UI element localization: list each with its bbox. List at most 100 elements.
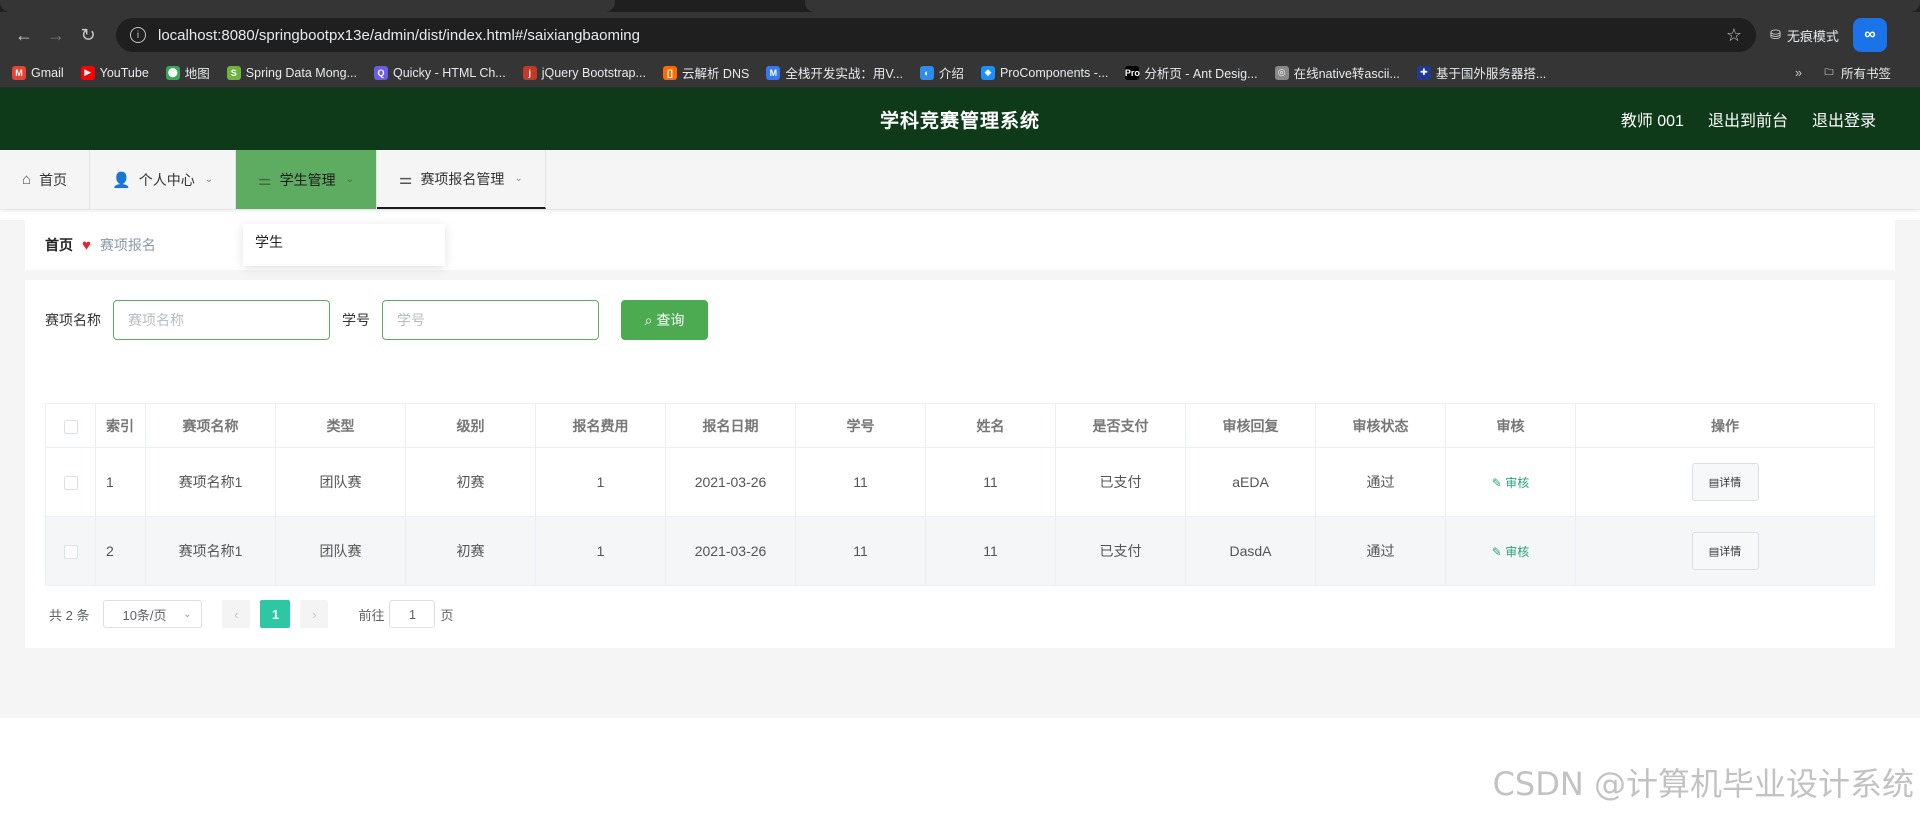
goto-suffix: 页	[440, 607, 454, 623]
column-header: 报名日期	[665, 403, 796, 448]
bookmark-label: 分析页 - Ant Desig...	[1144, 67, 1258, 81]
watermark: CSDN @计算机毕业设计系统	[1492, 765, 1914, 803]
cell-type: 团队赛	[275, 447, 406, 517]
cell-student-id: 11	[795, 447, 926, 517]
bookmark-label: YouTube	[99, 65, 149, 80]
menu-student-management[interactable]: ⚌ 学生管理 ⌄	[236, 150, 377, 209]
incognito-icon: ⛁	[1770, 27, 1781, 42]
bookmark-favicon-icon: S	[226, 65, 241, 80]
bookmark-label: 基于国外服务器搭...	[1435, 67, 1547, 81]
cell-level: 初赛	[405, 516, 536, 586]
bookmark-item[interactable]: ◆ ProComponents -...	[980, 65, 1108, 80]
back-icon[interactable]: ←	[10, 21, 38, 49]
search-button[interactable]: ⌕ 查询	[621, 300, 708, 340]
incognito-indicator[interactable]: ⛁ 无痕模式	[1770, 26, 1839, 45]
bookmark-item[interactable]: j jQuery Bootstrap...	[522, 65, 646, 80]
bookmark-item[interactable]: ◎ 在线native转ascii...	[1274, 63, 1400, 82]
cell-type: 团队赛	[275, 516, 406, 586]
reload-icon[interactable]: ↻	[74, 21, 102, 49]
name-search-input[interactable]	[113, 300, 330, 340]
cell-audit-reply: DasdA	[1185, 516, 1316, 586]
all-bookmarks[interactable]: 🗀 所有书签	[1822, 63, 1891, 82]
bookmark-item[interactable]: M Gmail	[12, 65, 64, 80]
bookmark-item[interactable]: ◐ 介绍	[919, 63, 964, 82]
detail-label: 详情	[1719, 546, 1742, 558]
cell-student-id: 11	[795, 516, 926, 586]
cell-audit: ✎ 审核	[1445, 447, 1576, 517]
column-header: 级别	[405, 403, 536, 448]
menu-registration-management[interactable]: ⚌ 赛项报名管理 ⌄	[376, 150, 546, 209]
select-all-checkbox[interactable]	[63, 419, 78, 434]
bookmark-favicon-icon: ⬤	[165, 65, 180, 80]
goto-page-input[interactable]	[389, 600, 436, 628]
bookmark-label: 地图	[184, 67, 210, 81]
bookmark-label: Spring Data Mong...	[245, 65, 357, 80]
extension-button[interactable]: ∞	[1852, 18, 1887, 52]
edit-icon: ✎	[1491, 475, 1506, 490]
table-row: 2 赛项名称1 团队赛 初赛 1 2021-03-26 11 11 已支付 Da…	[45, 516, 1875, 586]
browser-tab[interactable]	[0, 0, 615, 12]
cell-fee: 1	[535, 447, 666, 517]
submenu-item-student[interactable]: 学生	[255, 232, 433, 252]
search-form: 赛项名称 学号 ⌕ 查询	[45, 300, 1875, 340]
bookmark-item[interactable]: ⬤ 地图	[165, 63, 210, 82]
bookmark-favicon-icon: M	[766, 65, 781, 80]
bookmark-item[interactable]: ✚ 基于国外服务器搭...	[1416, 63, 1547, 82]
bookmark-star-icon[interactable]: ☆	[1726, 25, 1742, 46]
id-search-input[interactable]	[382, 300, 599, 340]
site-info-icon[interactable]: i	[130, 27, 146, 43]
row-checkbox[interactable]	[63, 476, 78, 491]
document-icon: ▤	[1708, 476, 1720, 489]
bookmark-item[interactable]: Pro 分析页 - Ant Desig...	[1124, 63, 1258, 82]
id-label: 学号	[342, 312, 370, 328]
audit-link[interactable]: ✎ 审核	[1492, 476, 1529, 490]
next-page-button[interactable]: ›	[300, 600, 329, 628]
audit-link[interactable]: ✎ 审核	[1492, 545, 1529, 559]
menu-personal-center[interactable]: 👤 个人中心 ⌄	[90, 150, 237, 209]
detail-button[interactable]: ▤ 详情	[1691, 463, 1759, 501]
main-content: 首页 ♥ 赛项报名 赛项名称 学号 ⌕ 查询 索引	[0, 220, 1920, 718]
bookmark-favicon-icon: ◆	[980, 65, 995, 80]
bookmark-item[interactable]: S Spring Data Mong...	[226, 65, 357, 80]
page-number[interactable]: 1	[260, 600, 291, 628]
sliders-icon: ⚌	[398, 170, 413, 188]
bookmark-item[interactable]: [] 云解析 DNS	[662, 63, 750, 82]
cell-actions: ▤ 详情	[1575, 516, 1875, 586]
cell-date: 2021-03-26	[665, 516, 796, 586]
menu-label: 个人中心	[138, 171, 195, 188]
breadcrumb-home[interactable]: 首页	[45, 235, 73, 255]
bookmark-label: Gmail	[31, 65, 64, 80]
browser-tab[interactable]	[805, 0, 1920, 12]
row-select-cell	[45, 516, 96, 586]
bookmark-favicon-icon: Pro	[1124, 65, 1140, 80]
bookmark-label: 云解析 DNS	[681, 67, 750, 81]
bookmark-favicon-icon: Q	[373, 65, 388, 80]
chevron-down-icon: ⌄	[204, 174, 214, 185]
column-header: 审核	[1445, 403, 1576, 448]
bookmark-favicon-icon: M	[12, 65, 26, 80]
bookmark-item[interactable]: ▶ YouTube	[80, 65, 149, 80]
back-to-front-link[interactable]: 退出到前台	[1708, 107, 1788, 131]
cell-audit-status: 通过	[1315, 516, 1446, 586]
pagination: 共 2 条 10条/页 ⌄ ‹ 1 › 前往 页	[45, 600, 1875, 628]
forward-icon[interactable]: →	[42, 21, 70, 49]
bookmark-item[interactable]: Q Quicky - HTML Ch...	[373, 65, 506, 80]
cell-index: 1	[95, 447, 146, 517]
page-size-select[interactable]: 10条/页 ⌄	[103, 600, 203, 628]
row-checkbox[interactable]	[63, 545, 78, 560]
logout-link[interactable]: 退出登录	[1812, 107, 1876, 131]
top-menu: ⌂ 首页 👤 个人中心 ⌄ ⚌ 学生管理 ⌄ ⚌ 赛项报名管理 ⌄	[0, 150, 1920, 210]
table-row: 1 赛项名称1 团队赛 初赛 1 2021-03-26 11 11 已支付 aE…	[45, 447, 1875, 517]
bookmark-item[interactable]: M 全栈开发实战：用V...	[766, 63, 903, 82]
url-text[interactable]: localhost:8080/springbootpx13e/admin/dis…	[158, 27, 1726, 44]
bookmarks-more-icon[interactable]: »	[1795, 66, 1802, 80]
detail-button[interactable]: ▤ 详情	[1691, 532, 1759, 570]
address-bar[interactable]: i localhost:8080/springbootpx13e/admin/d…	[116, 18, 1756, 52]
app-title: 学科竞赛管理系统	[879, 110, 1040, 132]
menu-home[interactable]: ⌂ 首页	[0, 150, 91, 209]
prev-page-button[interactable]: ‹	[222, 600, 251, 628]
column-header: 审核回复	[1185, 403, 1316, 448]
incognito-label: 无痕模式	[1786, 28, 1839, 44]
cell-index: 2	[95, 516, 146, 586]
cell-level: 初赛	[405, 447, 536, 517]
